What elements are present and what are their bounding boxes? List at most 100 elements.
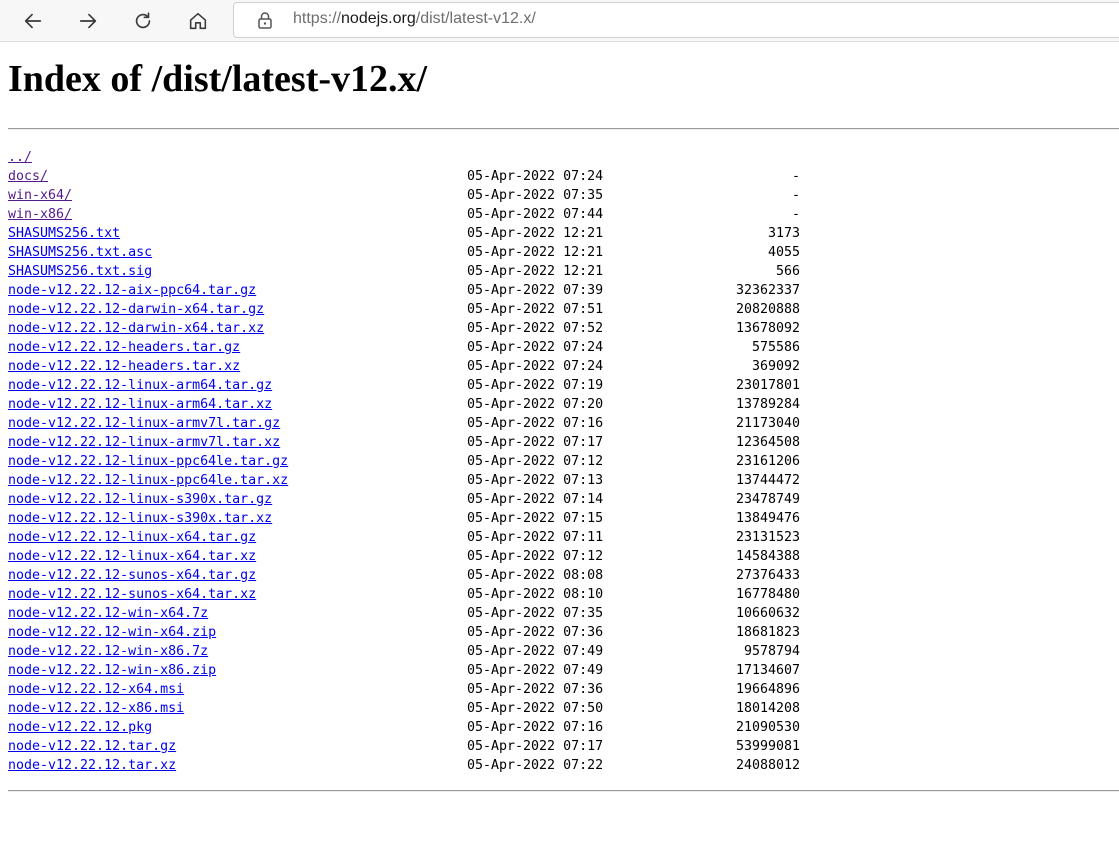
url-scheme: https:// [293,10,342,27]
url-text[interactable]: https://nodejs.org/dist/latest-v12.x/ [293,10,536,28]
listing-row: node-v12.22.12.tar.xz 05-Apr-2022 07:22 24… [8,756,828,775]
file-size: 32362337 [735,283,800,298]
file-date: 05-Apr-2022 07:12 [467,549,604,564]
file-date: 05-Apr-2022 07:35 [467,606,604,621]
listing-row: node-v12.22.12-x86.msi 05-Apr-2022 07:50 1… [8,699,828,718]
file-link[interactable]: win-x86/ [8,205,72,224]
file-link[interactable]: node-v12.22.12-x64.msi [8,680,184,699]
file-link[interactable]: docs/ [8,167,48,186]
file-link[interactable]: node-v12.22.12-win-x86.7z [8,642,208,661]
file-link[interactable]: node-v12.22.12-linux-s390x.tar.gz [8,490,272,509]
file-link[interactable]: node-v12.22.12-darwin-x64.tar.gz [8,300,264,319]
url-path: /dist/latest-v12.x/ [415,10,536,27]
file-size: 9578794 [743,644,800,659]
listing-row: SHASUMS256.txt.sig 05-Apr-2022 12:21 566 [8,262,828,281]
file-link[interactable]: node-v12.22.12-darwin-x64.tar.xz [8,319,264,338]
file-link[interactable]: node-v12.22.12-linux-ppc64le.tar.xz [8,471,288,490]
file-link[interactable]: node-v12.22.12-linux-arm64.tar.gz [8,376,272,395]
listing-row: node-v12.22.12-headers.tar.gz 05-Apr-2022… [8,338,828,357]
file-link[interactable]: node-v12.22.12-win-x64.7z [8,604,208,623]
file-date: 05-Apr-2022 12:21 [467,245,604,260]
file-link[interactable]: ../ [8,148,32,167]
listing-row: node-v12.22.12-x64.msi 05-Apr-2022 07:36 1… [8,680,828,699]
listing-row: node-v12.22.12-linux-s390x.tar.xz 05-Apr-… [8,509,828,528]
file-size: 20820888 [735,302,800,317]
file-size: 18014208 [735,701,800,716]
file-size: - [791,169,800,184]
file-date: 05-Apr-2022 07:24 [467,340,604,355]
file-size: 13789284 [735,397,800,412]
file-link[interactable]: node-v12.22.12-aix-ppc64.tar.gz [8,281,256,300]
divider-bottom [8,790,1119,792]
file-link[interactable]: node-v12.22.12-sunos-x64.tar.gz [8,566,256,585]
file-date: 05-Apr-2022 12:21 [467,264,604,279]
file-size: 24088012 [735,758,800,773]
listing-row: node-v12.22.12-linux-ppc64le.tar.xz 05-Ap… [8,471,828,490]
file-size: 21173040 [735,416,800,431]
file-size: 19664896 [735,682,800,697]
file-date: 05-Apr-2022 07:36 [467,625,604,640]
address-bar[interactable]: https://nodejs.org/dist/latest-v12.x/ [233,2,1119,38]
file-date: 05-Apr-2022 07:16 [467,720,604,735]
file-size: - [791,188,800,203]
file-link[interactable]: node-v12.22.12-linux-arm64.tar.xz [8,395,272,414]
file-link[interactable]: node-v12.22.12-linux-armv7l.tar.xz [8,433,280,452]
file-size: 16778480 [735,587,800,602]
lock-icon[interactable] [256,11,274,29]
file-date: 05-Apr-2022 07:16 [467,416,604,431]
reload-button[interactable] [126,4,160,38]
file-link[interactable]: node-v12.22.12-win-x86.zip [8,661,216,680]
file-size: 3173 [767,226,800,241]
file-link[interactable]: node-v12.22.12-linux-ppc64le.tar.gz [8,452,288,471]
file-date: 05-Apr-2022 07:52 [467,321,604,336]
listing-row: node-v12.22.12-win-x86.zip 05-Apr-2022 07… [8,661,828,680]
file-link[interactable]: SHASUMS256.txt.sig [8,262,152,281]
listing-row: node-v12.22.12-linux-armv7l.tar.gz 05-Apr… [8,414,828,433]
listing-row: node-v12.22.12-aix-ppc64.tar.gz 05-Apr-20… [8,281,828,300]
file-date: 05-Apr-2022 08:08 [467,568,604,583]
file-size: 13744472 [735,473,800,488]
file-date: 05-Apr-2022 07:49 [467,663,604,678]
file-link[interactable]: node-v12.22.12-linux-x64.tar.gz [8,528,256,547]
listing-row: node-v12.22.12-sunos-x64.tar.xz 05-Apr-20… [8,585,828,604]
listing-row: node-v12.22.12-win-x64.7z 05-Apr-2022 07:… [8,604,828,623]
file-link[interactable]: node-v12.22.12.tar.xz [8,756,176,775]
file-link[interactable]: node-v12.22.12-x86.msi [8,699,184,718]
file-link[interactable]: node-v12.22.12-headers.tar.xz [8,357,240,376]
file-link[interactable]: SHASUMS256.txt.asc [8,243,152,262]
file-link[interactable]: node-v12.22.12-sunos-x64.tar.xz [8,585,256,604]
file-date: 05-Apr-2022 07:13 [467,473,604,488]
listing-row: SHASUMS256.txt.asc 05-Apr-2022 12:21 4055 [8,243,828,262]
page-title: Index of /dist/latest-v12.x/ [8,58,428,100]
file-link[interactable]: node-v12.22.12-linux-armv7l.tar.gz [8,414,280,433]
forward-button[interactable] [71,4,105,38]
home-button[interactable] [181,4,215,38]
listing-row: win-x64/05-Apr-2022 07:35 - [8,186,828,205]
back-button[interactable] [16,4,50,38]
browser-toolbar: https://nodejs.org/dist/latest-v12.x/ [0,0,1119,42]
listing-row: node-v12.22.12-win-x86.7z 05-Apr-2022 07:… [8,642,828,661]
file-size: 14584388 [735,549,800,564]
back-arrow-icon [24,13,42,29]
file-link[interactable]: node-v12.22.12-linux-x64.tar.xz [8,547,256,566]
listing-row: node-v12.22.12-linux-s390x.tar.gz 05-Apr-… [8,490,828,509]
file-link[interactable]: node-v12.22.12-win-x64.zip [8,623,216,642]
file-size: 23131523 [735,530,800,545]
file-link[interactable]: SHASUMS256.txt [8,224,120,243]
file-link[interactable]: node-v12.22.12-headers.tar.gz [8,338,240,357]
file-date: 05-Apr-2022 07:11 [467,530,604,545]
file-link[interactable]: node-v12.22.12-linux-s390x.tar.xz [8,509,272,528]
reload-icon [135,12,151,29]
listing-row: node-v12.22.12-linux-arm64.tar.xz 05-Apr-… [8,395,828,414]
file-date: 05-Apr-2022 07:51 [467,302,604,317]
file-link[interactable]: node-v12.22.12.pkg [8,718,152,737]
file-size: 21090530 [735,720,800,735]
listing-row: SHASUMS256.txt 05-Apr-2022 12:21 3173 [8,224,828,243]
file-size: 575586 [751,340,800,355]
file-date: 05-Apr-2022 07:17 [467,739,604,754]
listing-row: node-v12.22.12-linux-x64.tar.gz 05-Apr-20… [8,528,828,547]
file-link[interactable]: node-v12.22.12.tar.gz [8,737,176,756]
file-link[interactable]: win-x64/ [8,186,72,205]
listing-row: node-v12.22.12-win-x64.zip 05-Apr-2022 07… [8,623,828,642]
file-size: 53999081 [735,739,800,754]
